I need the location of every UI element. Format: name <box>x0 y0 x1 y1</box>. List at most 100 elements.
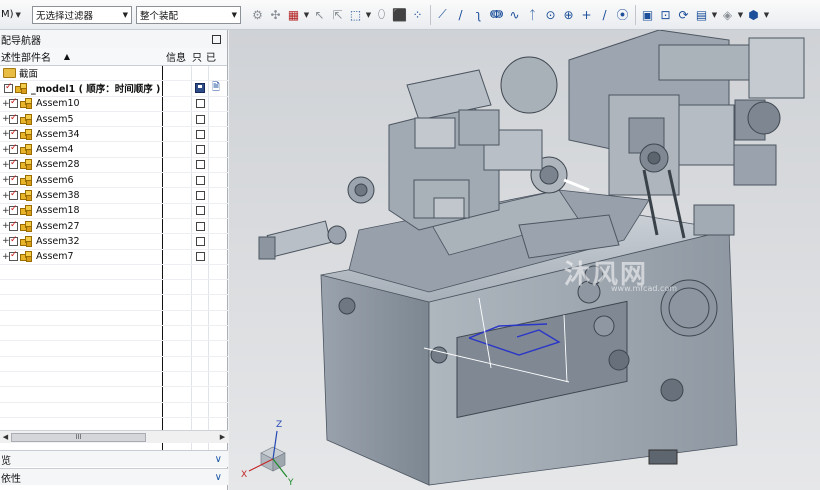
chevron-down-icon[interactable]: ▼ <box>737 6 744 24</box>
read-only-checkbox[interactable] <box>196 129 205 139</box>
solid-body-icon[interactable]: ⬛ <box>391 6 408 24</box>
sort-up-icon: ▲ <box>63 52 70 61</box>
existing-point-icon[interactable]: + <box>578 6 595 24</box>
circle-center-icon[interactable]: ⊙ <box>542 6 559 24</box>
zoom-icon[interactable]: ⊡ <box>657 6 674 24</box>
type-filter-icon[interactable]: ⚙ <box>249 6 266 24</box>
pointer-icon[interactable]: ⇱ <box>329 6 346 24</box>
read-only-checkbox[interactable] <box>196 221 205 231</box>
col-info-header[interactable]: 信息 <box>162 49 190 64</box>
tree-row[interactable]: + Assem7 <box>0 250 228 265</box>
chevron-down-icon[interactable]: ▼ <box>303 6 310 24</box>
expand-icon[interactable]: + <box>0 129 10 139</box>
scope-select[interactable]: 整个装配 ▼ <box>136 5 241 24</box>
expand-icon[interactable]: + <box>0 206 10 216</box>
read-only-checkbox[interactable] <box>196 236 205 246</box>
scroll-right-icon[interactable]: ▶ <box>217 433 228 441</box>
tree-row-model[interactable]: _model1 ( 顺序：时间顺序 ) 🗎 <box>0 80 228 97</box>
col-only-header[interactable]: 只 <box>190 49 204 64</box>
point-on-face-icon[interactable]: ⦿ <box>614 6 631 24</box>
visibility-checkbox[interactable] <box>9 143 18 155</box>
rotate-icon[interactable]: ⟳ <box>675 6 692 24</box>
rectangle-select-icon[interactable]: ⬚ <box>347 6 364 24</box>
expand-icon[interactable]: + <box>0 99 10 109</box>
visibility-checkbox[interactable] <box>9 250 18 262</box>
intersection-icon[interactable]: ↈ <box>488 6 505 24</box>
horizontal-scrollbar[interactable]: ◀ III ▶ <box>0 430 228 443</box>
snap-points-icon[interactable]: ⁘ <box>409 6 426 24</box>
read-only-checkbox[interactable] <box>196 99 205 109</box>
read-only-checkbox[interactable] <box>196 145 205 155</box>
tree-row[interactable]: + Assem18 <box>0 204 228 219</box>
chevron-down-icon[interactable]: ▼ <box>365 6 372 24</box>
expand-icon[interactable]: + <box>0 236 10 246</box>
scroll-left-icon[interactable]: ◀ <box>0 433 11 441</box>
tree-row[interactable]: + Assem6 <box>0 173 228 189</box>
read-only-checkbox[interactable] <box>196 206 205 216</box>
move-icon[interactable]: ✣ <box>267 6 284 24</box>
tree-row[interactable]: + Assem32 <box>0 234 228 250</box>
visibility-checkbox[interactable] <box>9 97 18 109</box>
point-on-curve-icon[interactable]: / <box>596 6 613 24</box>
graphics-viewport[interactable]: 沐风网 www.mfcad.com Z X Y <box>229 30 820 490</box>
dependency-section[interactable]: 依性 ∨ <box>0 468 228 485</box>
view-orient-icon[interactable]: ⬢ <box>745 6 762 24</box>
chevron-down-icon[interactable]: ▼ <box>763 6 770 24</box>
expand-icon[interactable]: + <box>0 145 10 155</box>
visibility-checkbox[interactable] <box>9 189 18 201</box>
read-only-checkbox[interactable] <box>196 191 205 201</box>
assembly-icon <box>20 251 33 263</box>
filter-select[interactable]: 无选择过滤器 ▼ <box>32 5 132 24</box>
mid-point-icon[interactable]: / <box>452 6 469 24</box>
visibility-checkbox[interactable] <box>9 204 18 216</box>
maximize-icon[interactable] <box>212 34 221 44</box>
control-point-icon[interactable]: ʅ <box>470 6 487 24</box>
visibility-checkbox[interactable] <box>4 82 13 93</box>
expand-icon[interactable]: + <box>0 175 10 185</box>
tree-row-sections[interactable]: 截面 <box>0 66 228 82</box>
color-filter-icon[interactable]: ▦ <box>285 6 302 24</box>
quadrant-point-icon[interactable]: ⊕ <box>560 6 577 24</box>
tree-row[interactable]: + Assem4 <box>0 142 228 158</box>
arc-center-icon[interactable]: ᛏ <box>524 6 541 24</box>
view-fit-icon[interactable]: ▣ <box>639 6 656 24</box>
selection-toolbar: M) ▼ 无选择过滤器 ▼ 整个装配 ▼ ⚙ ✣ ▦ ▼ ↖ ⇱ ⬚ ▼ ⬯ ⬛… <box>0 0 820 30</box>
expand-icon[interactable]: + <box>0 114 10 124</box>
reference-set-icon[interactable]: 🗎 <box>212 80 220 97</box>
expand-icon[interactable]: + <box>0 160 10 170</box>
expand-icon[interactable]: + <box>0 191 10 201</box>
read-only-checkbox[interactable] <box>196 175 205 185</box>
visibility-checkbox[interactable] <box>9 128 18 139</box>
render-style-icon[interactable]: ◈ <box>719 6 736 24</box>
view-triad[interactable]: Z X Y <box>239 415 309 485</box>
col-name-header[interactable]: 述性部件名 ▲ <box>0 49 162 64</box>
read-only-checkbox[interactable] <box>196 160 205 170</box>
scroll-thumb[interactable]: III <box>11 432 146 442</box>
preview-section[interactable]: 览 ∨ <box>0 450 228 467</box>
col-ref-header[interactable]: 已 <box>204 49 218 64</box>
expand-icon[interactable]: + <box>0 252 10 262</box>
read-only-checkbox[interactable] <box>196 252 205 262</box>
tree-row[interactable]: + Assem10 <box>0 97 228 112</box>
end-point-icon[interactable]: ⟋ <box>434 6 451 24</box>
visibility-checkbox[interactable] <box>9 113 18 124</box>
tree-row[interactable]: + Assem27 <box>0 219 228 235</box>
save-icon[interactable] <box>195 83 205 94</box>
visibility-checkbox[interactable] <box>9 158 18 170</box>
visibility-checkbox[interactable] <box>9 235 18 246</box>
component-icon[interactable]: ⬯ <box>373 6 390 24</box>
chevron-down-icon[interactable]: ▼ <box>711 6 718 24</box>
layout-icon[interactable]: ▤ <box>693 6 710 24</box>
read-only-checkbox[interactable] <box>196 114 205 124</box>
tree-row[interactable]: + Assem38 <box>0 188 228 204</box>
tree-row[interactable]: + Assem34 <box>0 127 228 143</box>
reset-filter-icon[interactable]: ↖ <box>311 6 328 24</box>
visibility-checkbox[interactable] <box>9 220 18 231</box>
visibility-checkbox[interactable] <box>9 174 18 185</box>
chevron-down-icon: ∨ <box>214 453 222 465</box>
curve-point-icon[interactable]: ∿ <box>506 6 523 24</box>
menu-button[interactable]: M) ▼ <box>0 5 28 25</box>
expand-icon[interactable]: + <box>0 221 10 231</box>
tree-row[interactable]: + Assem5 <box>0 112 228 128</box>
tree-row[interactable]: + Assem28 <box>0 158 228 174</box>
